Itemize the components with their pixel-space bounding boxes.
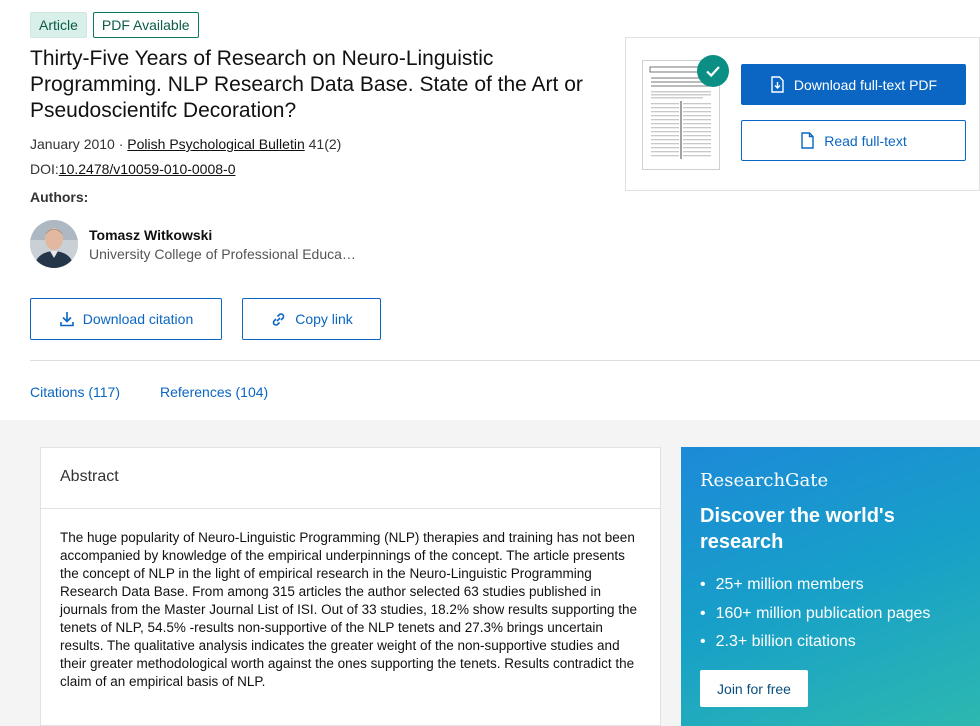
download-pdf-label: Download full-text PDF xyxy=(793,76,938,93)
divider xyxy=(30,360,980,361)
copy-link-label: Copy link xyxy=(295,311,353,327)
promo-list: 25+ million members 160+ million publica… xyxy=(700,571,931,657)
author-name[interactable]: Tomasz Witkowski xyxy=(89,227,356,243)
file-download-icon xyxy=(771,76,784,93)
authors-label: Authors: xyxy=(30,189,89,205)
author-card[interactable]: Tomasz Witkowski University College of P… xyxy=(30,220,356,268)
promo-item: 25+ million members xyxy=(700,571,930,600)
file-icon xyxy=(801,132,814,149)
join-for-free-button[interactable]: Join for free xyxy=(700,670,808,707)
promo-item: 160+ million publication pages xyxy=(700,600,931,629)
doi-link[interactable]: 10.2478/v10059-010-0008-0 xyxy=(59,161,236,177)
publication-date: January 2010 xyxy=(30,136,115,152)
article-badge: Article xyxy=(30,12,87,38)
tab-citations[interactable]: Citations (117) xyxy=(30,384,120,400)
badges: Article PDF Available xyxy=(30,12,199,38)
tab-references[interactable]: References (104) xyxy=(160,384,268,400)
researchgate-logo: ResearchGate xyxy=(700,470,829,491)
abstract-card: Abstract The huge popularity of Neuro-Li… xyxy=(40,447,661,726)
download-icon xyxy=(59,312,74,327)
page-title: Thirty-Five Years of Research on Neuro-L… xyxy=(30,47,583,122)
download-pdf-button[interactable]: Download full-text PDF xyxy=(741,64,966,105)
author-affiliation: University College of Professional Educa… xyxy=(89,245,356,262)
avatar[interactable] xyxy=(30,220,78,268)
doi: DOI:10.2478/v10059-010-0008-0 xyxy=(30,161,235,177)
doi-label: DOI: xyxy=(30,161,59,177)
check-icon xyxy=(697,55,729,87)
publication-tabs: Citations (117) References (104) xyxy=(30,384,268,400)
promo-heading: Discover the world's research xyxy=(700,505,895,553)
download-citation-label: Download citation xyxy=(82,311,194,327)
meta-separator: · xyxy=(114,136,128,152)
abstract-text: The huge popularity of Neuro-Linguistic … xyxy=(60,530,638,689)
promo-item: 2.3+ billion citations xyxy=(700,628,930,657)
fulltext-card: Download full-text PDF Read full-text xyxy=(625,37,980,191)
download-citation-button[interactable]: Download citation xyxy=(30,298,222,340)
read-fulltext-button[interactable]: Read full-text xyxy=(741,120,966,161)
journal-link[interactable]: Polish Psychological Bulletin xyxy=(127,136,304,152)
journal-issue: 41(2) xyxy=(304,136,342,152)
copy-link-button[interactable]: Copy link xyxy=(242,298,381,340)
read-fulltext-label: Read full-text xyxy=(824,132,907,149)
author-text: Tomasz Witkowski University College of P… xyxy=(89,227,356,262)
pdf-available-badge: PDF Available xyxy=(92,12,199,38)
abstract-heading: Abstract xyxy=(41,448,660,509)
publication-meta: January 2010 · Polish Psychological Bull… xyxy=(30,136,341,152)
researchgate-promo: ResearchGate Discover the world's resear… xyxy=(681,447,980,726)
publication-header: Article PDF Available Thirty-Five Years … xyxy=(0,0,980,420)
link-icon xyxy=(272,312,285,326)
